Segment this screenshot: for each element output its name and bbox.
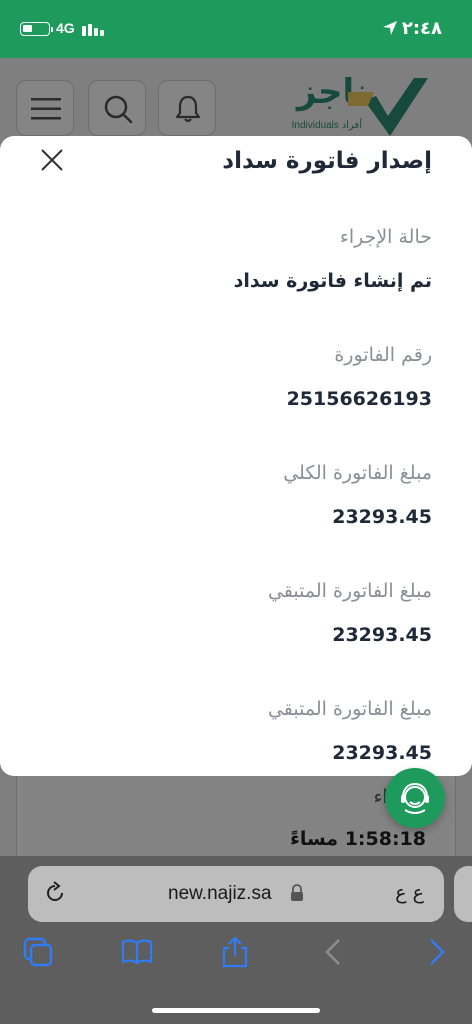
invoice-modal: إصدار فاتورة سداد حالة الإجراء تم إنشاء … xyxy=(0,136,472,776)
najiz-logo[interactable]: ناجز Individuals أفراد xyxy=(292,70,428,140)
logo-accent-icon xyxy=(348,92,374,106)
text-size-button[interactable]: ع ع xyxy=(395,882,424,904)
field-value-invoice-number: 25156626193 xyxy=(286,388,432,410)
url-text[interactable]: new.najiz.sa xyxy=(168,883,272,905)
battery-tip xyxy=(51,27,53,32)
bookmarks-icon[interactable] xyxy=(121,936,153,968)
search-button[interactable] xyxy=(88,80,146,136)
field-label-invoice-number: رقم الفاتورة xyxy=(334,344,432,366)
forward-icon[interactable] xyxy=(420,936,452,968)
search-icon xyxy=(104,95,133,124)
field-value-remaining-amount-2: 23293.45 xyxy=(332,742,432,764)
field-value-status: تم إنشاء فاتورة سداد xyxy=(233,270,432,292)
field-label-status: حالة الإجراء xyxy=(339,226,432,248)
status-time: ٢:٤٨ xyxy=(401,18,442,39)
menu-button[interactable] xyxy=(16,80,74,136)
location-arrow-icon xyxy=(383,21,397,35)
home-indicator xyxy=(152,1008,320,1013)
signal-icon xyxy=(82,24,104,36)
menu-icon xyxy=(31,98,61,120)
close-icon[interactable] xyxy=(38,146,66,174)
background-card-value: 1:58:18 مساءً xyxy=(290,828,426,850)
field-value-total-amount: 23293.45 xyxy=(332,506,432,528)
field-label-remaining-amount: مبلغ الفاتورة المتبقي xyxy=(267,580,432,602)
field-value-remaining-amount: 23293.45 xyxy=(332,624,432,646)
battery-icon xyxy=(20,22,50,36)
tabs-icon[interactable] xyxy=(22,936,54,968)
field-label-remaining-amount-2: مبلغ الفاتورة المتبقي xyxy=(267,698,432,720)
field-label-total-amount: مبلغ الفاتورة الكلي xyxy=(283,462,432,484)
reload-icon[interactable] xyxy=(42,880,68,906)
notifications-button[interactable] xyxy=(158,80,216,136)
lock-icon xyxy=(291,884,303,901)
logo-subtitle: Individuals أفراد xyxy=(291,120,362,131)
support-chat-button[interactable] xyxy=(385,768,445,828)
next-tab-preview[interactable] xyxy=(454,866,472,922)
bell-icon xyxy=(175,95,201,123)
logo-check-icon xyxy=(364,78,428,136)
support-agent-icon xyxy=(401,782,429,814)
share-icon[interactable] xyxy=(219,936,251,968)
status-bar: 4G ٢:٤٨ xyxy=(0,0,472,58)
back-icon[interactable] xyxy=(318,936,350,968)
modal-title: إصدار فاتورة سداد xyxy=(222,148,432,174)
network-type: 4G xyxy=(56,20,75,36)
